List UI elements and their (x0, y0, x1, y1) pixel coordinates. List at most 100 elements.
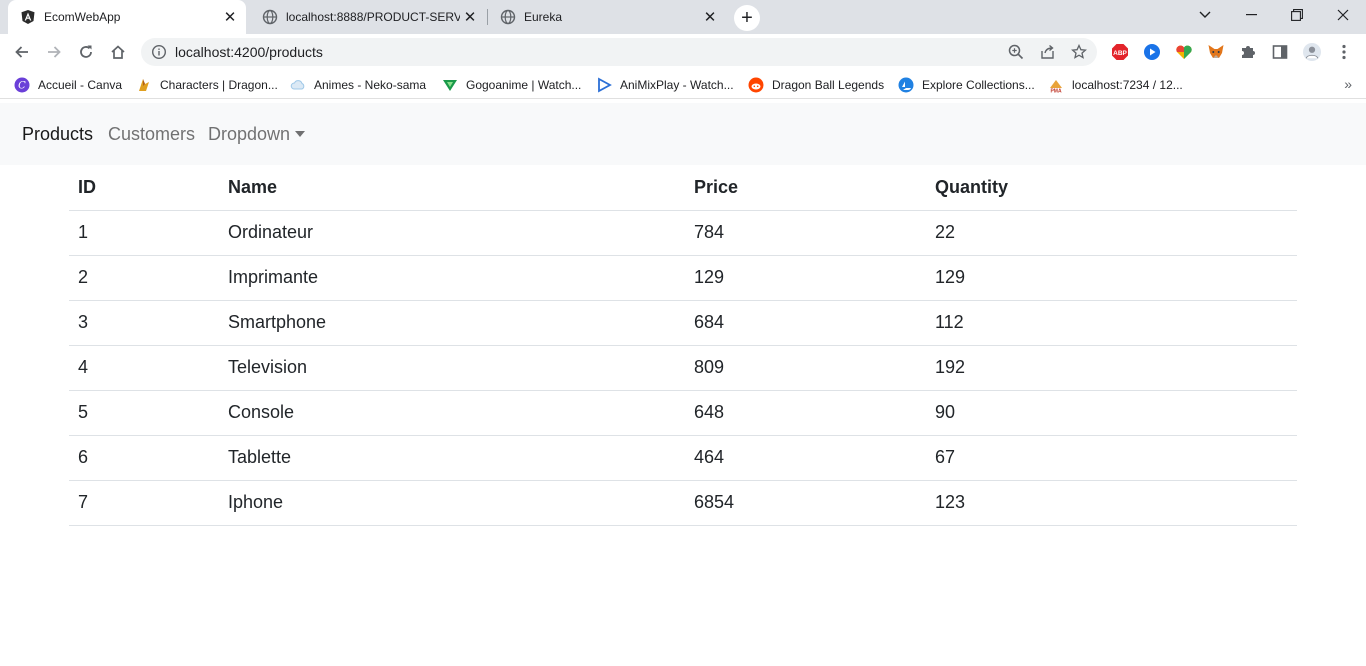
canva-icon: C (14, 77, 30, 93)
tab-ecomwebapp[interactable]: EcomWebApp ✕ (8, 0, 246, 34)
column-header-price: Price (685, 165, 926, 211)
products-table: ID Name Price Quantity 1 Ordinateur 784 … (69, 165, 1297, 526)
cell-quantity: 112 (926, 300, 1297, 346)
cell-price: 784 (685, 210, 926, 256)
bookmark-label: AniMixPlay - Watch... (620, 78, 734, 92)
side-panel-icon[interactable] (1271, 43, 1289, 61)
bookmark-label: Gogoanime | Watch... (466, 78, 582, 92)
bookmark-label: Dragon Ball Legends (772, 78, 885, 92)
cell-id: 2 (69, 255, 219, 301)
bookmark-neko-sama[interactable]: Animes - Neko-sama (290, 76, 426, 94)
nav-dropdown[interactable]: Dropdown (208, 124, 306, 145)
play-icon (596, 77, 612, 93)
close-tab-icon[interactable]: ✕ (220, 7, 240, 27)
bookmark-label: Accueil - Canva (38, 78, 123, 92)
home-icon[interactable] (104, 38, 132, 66)
share-icon[interactable] (1040, 44, 1056, 60)
bookmark-star-icon[interactable] (1071, 44, 1087, 60)
angular-icon (20, 9, 36, 25)
cell-name: Ordinateur (219, 210, 685, 256)
cell-id: 6 (69, 435, 219, 481)
cell-id: 3 (69, 300, 219, 346)
tab-title: localhost:8888/PRODUCT-SERVICE (286, 10, 460, 24)
cell-id: 1 (69, 210, 219, 256)
column-header-id: ID (69, 165, 219, 211)
cell-price: 129 (685, 255, 926, 301)
browser-toolbar: localhost:4200/products ABP (0, 34, 1366, 70)
bookmark-dragon-characters[interactable]: Characters | Dragon... (136, 76, 278, 94)
table-row: 6 Tablette 464 67 (69, 435, 1297, 481)
cloud-icon (290, 77, 306, 93)
forward-icon[interactable] (40, 38, 68, 66)
adblock-plus-icon[interactable]: ABP (1111, 43, 1129, 61)
tab-search-chevron-icon[interactable] (1182, 0, 1228, 30)
extensions-puzzle-icon[interactable] (1239, 43, 1257, 61)
cell-quantity: 123 (926, 480, 1297, 526)
globe-icon (500, 9, 516, 25)
bookmark-animixplay[interactable]: AniMixPlay - Watch... (596, 76, 734, 94)
opensea-icon (898, 77, 914, 93)
column-header-quantity: Quantity (926, 165, 1297, 211)
table-row: 1 Ordinateur 784 22 (69, 210, 1297, 256)
bookmark-label: Characters | Dragon... (160, 78, 278, 92)
globe-icon (262, 9, 278, 25)
cell-price: 684 (685, 300, 926, 346)
table-row: 7 Iphone 6854 123 (69, 480, 1297, 526)
cell-name: Smartphone (219, 300, 685, 346)
close-tab-icon[interactable]: ✕ (700, 7, 720, 27)
browser-menu-icon[interactable] (1335, 43, 1353, 61)
address-bar[interactable]: localhost:4200/products (141, 38, 1097, 66)
profile-avatar[interactable] (1303, 43, 1321, 61)
tab-product-service[interactable]: localhost:8888/PRODUCT-SERVICE ✕ (250, 0, 486, 34)
url-text: localhost:4200/products (175, 44, 323, 60)
table-row: 4 Television 809 192 (69, 345, 1297, 391)
bookmark-gogoanime[interactable]: Gogoanime | Watch... (442, 76, 581, 94)
new-tab-button[interactable]: + (734, 5, 760, 31)
browser-tab-strip: EcomWebApp ✕ localhost:8888/PRODUCT-SERV… (0, 0, 1366, 34)
table-row: 2 Imprimante 129 129 (69, 255, 1297, 301)
cell-quantity: 129 (926, 255, 1297, 301)
bookmark-canva[interactable]: C Accueil - Canva (14, 76, 122, 94)
cell-quantity: 90 (926, 390, 1297, 436)
bookmark-label: Animes - Neko-sama (314, 78, 427, 92)
app-navbar: Products Customers Dropdown (0, 103, 1366, 165)
metamask-fox-icon[interactable] (1207, 43, 1225, 61)
media-play-icon[interactable] (1143, 43, 1161, 61)
nav-customers[interactable]: Customers (108, 124, 195, 145)
cell-id: 5 (69, 390, 219, 436)
table-row: 3 Smartphone 684 112 (69, 300, 1297, 346)
cell-quantity: 22 (926, 210, 1297, 256)
zoom-icon[interactable] (1008, 44, 1024, 60)
cell-id: 7 (69, 480, 219, 526)
cell-name: Iphone (219, 480, 685, 526)
cell-price: 464 (685, 435, 926, 481)
heart-extension-icon[interactable] (1175, 43, 1193, 61)
tab-eureka[interactable]: Eureka ✕ (488, 0, 726, 34)
cell-price: 648 (685, 390, 926, 436)
caret-down-icon (295, 131, 306, 137)
site-info-icon[interactable] (151, 44, 167, 60)
bookmark-label: localhost:7234 / 12... (1072, 78, 1183, 92)
more-bookmarks-chevron-icon[interactable]: » (1344, 76, 1352, 92)
restore-icon[interactable] (1274, 0, 1320, 30)
minimize-icon[interactable] (1228, 0, 1274, 30)
cell-name: Imprimante (219, 255, 685, 301)
bookmarks-bar: C Accueil - Canva Characters | Dragon...… (0, 70, 1366, 99)
tab-title: Eureka (524, 10, 563, 24)
close-tab-icon[interactable]: ✕ (460, 7, 480, 27)
close-window-icon[interactable] (1320, 0, 1366, 30)
bookmark-phpmyadmin[interactable]: PMA localhost:7234 / 12... (1048, 76, 1183, 94)
pma-icon: PMA (1048, 77, 1064, 93)
svg-text:ABP: ABP (1113, 50, 1127, 57)
bookmark-dragon-ball-legends[interactable]: Dragon Ball Legends (748, 76, 884, 94)
column-header-name: Name (219, 165, 685, 211)
cell-name: Console (219, 390, 685, 436)
bookmark-label: Explore Collections... (922, 78, 1035, 92)
bookmark-explore-collections[interactable]: Explore Collections... (898, 76, 1035, 94)
back-icon[interactable] (8, 38, 36, 66)
cell-id: 4 (69, 345, 219, 391)
reload-icon[interactable] (72, 38, 100, 66)
nav-products[interactable]: Products (22, 124, 93, 145)
cell-quantity: 192 (926, 345, 1297, 391)
cell-price: 809 (685, 345, 926, 391)
